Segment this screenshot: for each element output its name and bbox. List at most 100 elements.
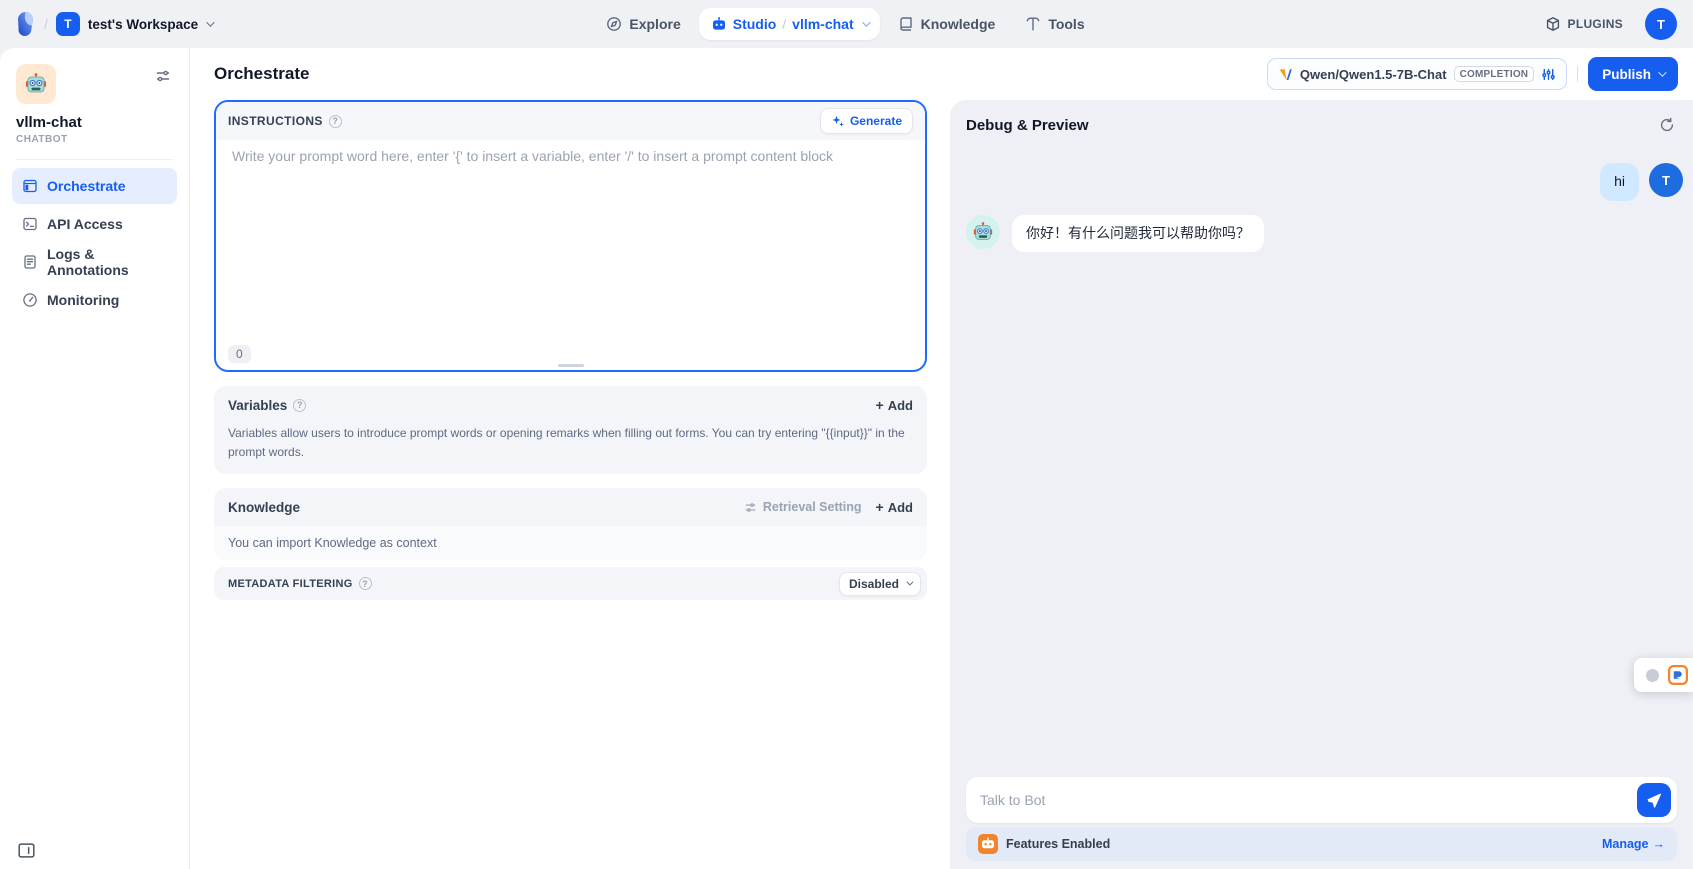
- chevron-down-icon: [1658, 68, 1666, 76]
- app-name: vllm-chat: [0, 104, 189, 131]
- char-count: 0: [228, 345, 251, 363]
- gauge-icon: [22, 292, 38, 308]
- sidebar-item-label: API Access: [47, 216, 123, 232]
- metadata-title: METADATA FILTERING: [228, 578, 353, 590]
- variables-description: Variables allow users to introduce promp…: [214, 424, 927, 474]
- nav-current-app[interactable]: vllm-chat: [792, 16, 853, 32]
- manage-label: Manage: [1602, 837, 1649, 851]
- bot-message-bubble: 你好！有什么问题我可以帮助你吗？: [1012, 215, 1264, 253]
- document-icon: [22, 254, 38, 270]
- arrow-right-icon: →: [1653, 837, 1666, 851]
- user-chat-avatar: T: [1649, 163, 1683, 197]
- help-icon[interactable]: ?: [329, 115, 342, 128]
- collapse-sidebar-button[interactable]: [18, 843, 35, 858]
- chevron-down-icon: [906, 579, 913, 586]
- knowledge-actions: Retrieval Setting + Add: [744, 500, 913, 515]
- add-knowledge-label: Add: [888, 500, 913, 515]
- main-header: Orchestrate Qwen/Qwen1.5-7B-Chat COMPLET…: [190, 48, 1693, 100]
- sparkles-icon: [831, 114, 845, 128]
- user-avatar[interactable]: T: [1645, 8, 1677, 40]
- floating-widget[interactable]: [1634, 658, 1693, 692]
- chat-history: hi T: [950, 143, 1693, 777]
- retrieval-setting-label: Retrieval Setting: [763, 500, 862, 514]
- features-robot-icon: [978, 834, 998, 854]
- sidebar-nav: Orchestrate API Access Logs & Annotation…: [0, 168, 189, 318]
- chevron-down-icon[interactable]: [862, 18, 870, 26]
- debug-preview-panel: Debug & Preview hi T: [950, 100, 1693, 869]
- chat-input[interactable]: [966, 777, 1677, 823]
- workspace-name[interactable]: test's Workspace: [88, 17, 198, 32]
- main-nav: Explore Studio / vllm-chat Knowledge: [594, 8, 1096, 40]
- sidebar-item-orchestrate[interactable]: Orchestrate: [12, 168, 177, 204]
- plugins-button[interactable]: PLUGINS: [1537, 10, 1631, 38]
- main-panel: Orchestrate Qwen/Qwen1.5-7B-Chat COMPLET…: [190, 48, 1693, 869]
- sidebar-item-api-access[interactable]: API Access: [12, 206, 177, 242]
- add-knowledge-button[interactable]: + Add: [876, 500, 913, 515]
- chat-composer: Features Enabled Manage →: [950, 777, 1693, 869]
- help-icon[interactable]: ?: [359, 577, 372, 590]
- variables-header: Variables ? + Add: [214, 386, 927, 424]
- workspace-avatar[interactable]: T: [56, 12, 80, 36]
- nav-tools[interactable]: Tools: [1013, 8, 1096, 40]
- breadcrumb-separator: /: [44, 16, 48, 32]
- restart-icon: [1659, 117, 1675, 133]
- vllm-logo: [1278, 67, 1293, 82]
- knowledge-header: Knowledge Retrieval Setting: [214, 488, 927, 526]
- metadata-state-button[interactable]: Disabled: [839, 572, 921, 596]
- robot-icon: [711, 16, 727, 32]
- dify-logo: [14, 11, 36, 37]
- generate-button[interactable]: Generate: [820, 108, 913, 134]
- restart-conversation-button[interactable]: [1657, 115, 1677, 135]
- nav-explore-label: Explore: [629, 16, 680, 32]
- tune-icon[interactable]: [1541, 67, 1556, 82]
- nav-explore[interactable]: Explore: [594, 8, 692, 40]
- sidebar-item-monitoring[interactable]: Monitoring: [12, 282, 177, 318]
- chat-input-wrap: [966, 777, 1677, 823]
- generate-label: Generate: [850, 114, 902, 128]
- debug-title: Debug & Preview: [966, 117, 1089, 134]
- robot-emoji-icon: [972, 221, 994, 243]
- header-divider: [1577, 66, 1578, 82]
- metadata-filtering-row: METADATA FILTERING ? Disabled: [214, 567, 927, 600]
- orchestrate-column: INSTRUCTIONS ? Generate: [190, 100, 950, 869]
- bot-chat-avatar: [966, 215, 1000, 249]
- app-settings-button[interactable]: [151, 64, 175, 88]
- knowledge-title: Knowledge: [228, 500, 300, 515]
- prompt-textarea[interactable]: [232, 148, 909, 338]
- main-body: INSTRUCTIONS ? Generate: [190, 100, 1693, 869]
- page-title: Orchestrate: [214, 64, 309, 84]
- metadata-state-label: Disabled: [849, 577, 899, 591]
- resize-handle[interactable]: [558, 364, 584, 367]
- workspace-switcher[interactable]: / T test's Workspace: [14, 11, 344, 37]
- collapse-panel-icon: [18, 843, 35, 858]
- top-bar-right: PLUGINS T: [1347, 8, 1677, 40]
- variables-title: Variables: [228, 398, 287, 413]
- nav-studio-active[interactable]: Studio / vllm-chat: [699, 8, 880, 40]
- explore-compass-icon: [606, 16, 622, 32]
- model-selector[interactable]: Qwen/Qwen1.5-7B-Chat COMPLETION: [1267, 58, 1567, 90]
- plugins-label: PLUGINS: [1568, 17, 1623, 31]
- nav-knowledge-label: Knowledge: [921, 16, 996, 32]
- sidebar-item-label: Orchestrate: [47, 178, 126, 194]
- sidebar-divider: [16, 159, 173, 160]
- top-bar: / T test's Workspace Explore Studio / vl…: [0, 0, 1693, 48]
- retrieval-sliders-icon: [744, 501, 757, 514]
- instructions-title: INSTRUCTIONS: [228, 114, 323, 128]
- knowledge-description: You can import Knowledge as context: [214, 526, 927, 560]
- manage-features-link[interactable]: Manage →: [1602, 837, 1665, 851]
- nav-tools-label: Tools: [1048, 16, 1084, 32]
- sidebar-item-logs[interactable]: Logs & Annotations: [12, 244, 177, 280]
- nav-knowledge[interactable]: Knowledge: [886, 8, 1008, 40]
- header-actions: Qwen/Qwen1.5-7B-Chat COMPLETION Publish: [1267, 57, 1678, 91]
- add-variable-button[interactable]: + Add: [876, 398, 913, 413]
- extension-icon: [1668, 665, 1688, 685]
- app-icon[interactable]: [16, 64, 56, 104]
- features-bar: Features Enabled Manage →: [966, 827, 1677, 861]
- publish-button[interactable]: Publish: [1588, 57, 1678, 91]
- instructions-title-row: INSTRUCTIONS ?: [228, 114, 342, 128]
- send-button[interactable]: [1637, 783, 1671, 817]
- help-icon[interactable]: ?: [293, 399, 306, 412]
- retrieval-setting-button[interactable]: Retrieval Setting: [744, 500, 862, 514]
- knowledge-card: Knowledge Retrieval Setting: [214, 488, 927, 560]
- terminal-icon: [22, 216, 38, 232]
